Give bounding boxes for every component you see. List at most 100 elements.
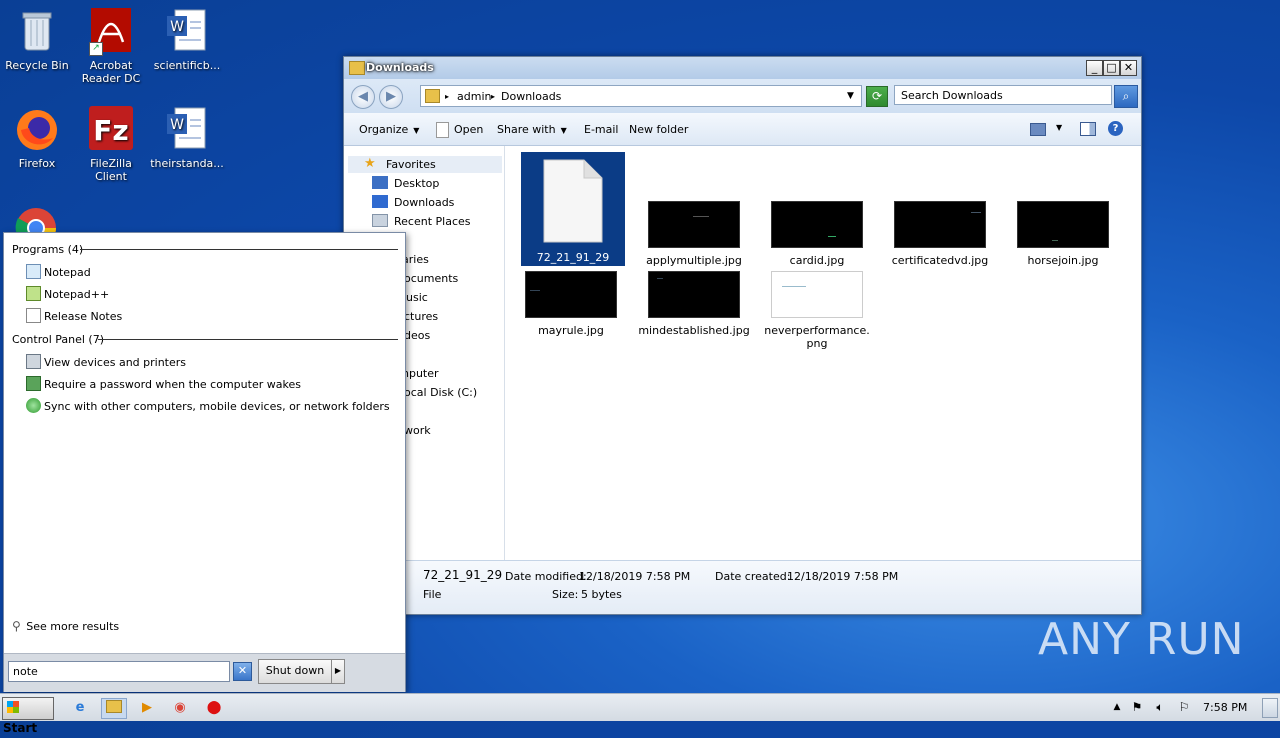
details-created-label: Date created:	[715, 570, 791, 583]
close-button[interactable]: ✕	[1120, 60, 1137, 76]
shut-down-button[interactable]: Shut down	[258, 659, 332, 684]
control-panel-devices-printers[interactable]: View devices and printers	[26, 354, 186, 369]
organize-button[interactable]: Organize ▼	[359, 123, 419, 136]
nav-item-recent-places[interactable]: Recent Places	[372, 214, 471, 228]
minimize-button[interactable]: _	[1086, 60, 1103, 76]
magnifier-icon: ⚲	[12, 619, 21, 633]
image-thumbnail	[771, 201, 863, 248]
program-notepad-plus-plus[interactable]: Notepad++	[26, 286, 109, 301]
start-button[interactable]: Start	[2, 697, 54, 735]
volume-icon[interactable]: 🔈︎	[1150, 698, 1170, 717]
media-player-icon[interactable]: ▶	[137, 698, 157, 717]
nav-item-network[interactable]: work	[404, 424, 431, 437]
image-thumbnail	[771, 271, 863, 318]
file-item-72-21-91-29[interactable]: 72_21_91_29	[521, 152, 625, 266]
notepad-icon	[26, 264, 41, 279]
shut-down-options-arrow[interactable]: ▶	[331, 659, 345, 684]
new-folder-button[interactable]: New folder	[629, 123, 688, 136]
breadcrumb-admin[interactable]: admin	[457, 90, 491, 103]
show-desktop-button[interactable]	[1262, 698, 1278, 718]
breadcrumb-separator[interactable]: ▸	[491, 92, 495, 101]
details-modified-label: Date modified:	[505, 570, 587, 583]
program-notepad[interactable]: Notepad	[26, 264, 91, 279]
file-item-mindestablished[interactable]: mindestablished.jpg	[634, 271, 754, 337]
file-list: 72_21_91_29 applymultiple.jpg cardid.jpg…	[506, 146, 1139, 560]
nav-item-documents[interactable]: ocuments	[404, 272, 458, 285]
view-options-icon[interactable]	[1030, 123, 1046, 136]
show-hidden-icons-arrow[interactable]: ▲	[1107, 698, 1127, 717]
file-name: certificatedvd.jpg	[891, 254, 989, 267]
desktop-icon-scientificb[interactable]: W scientificb...	[150, 8, 224, 72]
acrobat-reader-icon: ↗	[87, 8, 135, 56]
desktop-icon-recycle-bin[interactable]: Recycle Bin	[0, 8, 74, 72]
nav-item-pictures[interactable]: ctures	[404, 310, 438, 323]
open-button[interactable]: Open	[454, 123, 483, 136]
taskbar: Start e ▶ ◉ ⬤ ▲ ⚑ 🔈︎ ⚐ 7:58 PM	[0, 693, 1280, 735]
breadcrumb-separator[interactable]: ▸	[445, 92, 449, 101]
nav-item-libraries[interactable]: aries	[402, 253, 429, 266]
back-button[interactable]: ◀	[351, 85, 375, 109]
file-item-horsejoin[interactable]: horsejoin.jpg	[1003, 201, 1123, 267]
nav-item-computer[interactable]: nputer	[402, 367, 439, 380]
document-icon	[26, 308, 41, 323]
command-bar: Organize ▼ Open Share with ▼ E-mail New fo…	[344, 113, 1141, 146]
window-titlebar[interactable]: Downloads _ □ ✕	[344, 57, 1141, 79]
svg-text:Fz: Fz	[93, 114, 128, 147]
favorites-header[interactable]: ★ Favorites	[348, 156, 502, 173]
nav-item-music[interactable]: usic	[406, 291, 428, 304]
windows-logo-icon	[7, 701, 19, 713]
start-search-input[interactable]: note	[8, 661, 230, 682]
file-name: 72_21_91_29	[536, 251, 610, 264]
power-options-icon	[26, 376, 41, 391]
forward-button[interactable]: ▶	[379, 85, 403, 109]
share-with-button[interactable]: Share with ▼	[497, 123, 567, 136]
file-item-mayrule[interactable]: mayrule.jpg	[511, 271, 631, 337]
address-dropdown-icon[interactable]: ▼	[847, 91, 854, 101]
desktop-icon-firefox[interactable]: Firefox	[0, 106, 74, 170]
clear-search-icon[interactable]: ✕	[233, 662, 252, 681]
details-size-value: 5 bytes	[581, 588, 622, 601]
program-release-notes[interactable]: Release Notes	[26, 308, 122, 323]
filezilla-icon: Fz	[87, 106, 135, 154]
help-icon[interactable]: ?	[1108, 121, 1123, 136]
refresh-button[interactable]: ⟳	[866, 86, 888, 107]
file-item-certificatedvd[interactable]: certificatedvd.jpg	[880, 201, 1000, 267]
start-menu-bottom: note ✕ Shut down ▶	[4, 653, 405, 692]
details-file-type: File	[423, 588, 442, 601]
search-icon[interactable]: ⌕	[1114, 85, 1138, 108]
nav-item-downloads[interactable]: Downloads	[372, 195, 454, 209]
control-panel-sync-center[interactable]: Sync with other computers, mobile device…	[26, 398, 390, 413]
nav-item-desktop[interactable]: Desktop	[372, 176, 439, 190]
system-clock[interactable]: 7:58 PM	[1203, 701, 1247, 714]
svg-text:W: W	[170, 19, 184, 35]
file-item-neverperformance[interactable]: neverperformance. png	[757, 271, 877, 350]
security-app-icon[interactable]: ⬤	[204, 698, 224, 717]
desktop-icon-filezilla[interactable]: Fz FileZilla Client	[74, 106, 148, 183]
chrome-taskbar-icon[interactable]: ◉	[170, 698, 190, 717]
action-center-icon[interactable]: ⚑	[1127, 698, 1147, 717]
network-flag-icon[interactable]: ⚐	[1174, 698, 1194, 717]
preview-pane-icon[interactable]	[1080, 122, 1096, 136]
chevron-down-icon[interactable]: ▼	[1056, 123, 1062, 132]
details-modified-value: 12/18/2019 7:58 PM	[579, 570, 691, 583]
desktop-icon-label: FileZilla Client	[90, 157, 132, 183]
search-input[interactable]: Search Downloads	[894, 85, 1112, 105]
file-item-applymultiple[interactable]: applymultiple.jpg	[634, 201, 754, 267]
star-icon: ★	[364, 156, 376, 171]
nav-item-videos[interactable]: deos	[404, 329, 430, 342]
control-panel-require-password[interactable]: Require a password when the computer wak…	[26, 376, 301, 391]
divider	[80, 249, 398, 250]
explorer-taskbar-icon[interactable]	[101, 698, 127, 719]
nav-item-local-disk[interactable]: ocal Disk (C:)	[404, 386, 477, 399]
chrome-desktop-icon[interactable]	[14, 204, 62, 234]
file-item-cardid[interactable]: cardid.jpg	[757, 201, 877, 267]
address-bar[interactable]: ▸ admin ▸ Downloads ▼	[420, 85, 862, 107]
maximize-button[interactable]: □	[1103, 60, 1120, 76]
desktop-icon-acrobat[interactable]: ↗ Acrobat Reader DC	[74, 8, 148, 85]
internet-explorer-icon[interactable]: e	[70, 698, 90, 717]
breadcrumb-downloads[interactable]: Downloads	[501, 90, 561, 103]
desktop-icon-theirstanda[interactable]: W theirstanda...	[150, 106, 224, 170]
see-more-results-link[interactable]: ⚲ See more results	[12, 619, 119, 633]
shortcut-arrow-icon: ↗	[89, 42, 103, 56]
email-button[interactable]: E-mail	[584, 123, 619, 136]
